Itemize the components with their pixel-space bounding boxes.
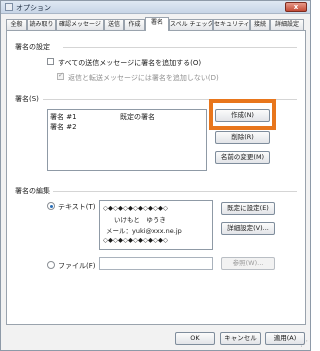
tab-general[interactable]: 全般 <box>6 19 27 30</box>
app-icon <box>5 3 13 11</box>
signature-line: ◇◆◇◆◇◆◇◆◇◆◇◆◇ <box>103 236 168 244</box>
signature-name: 署名 #2 <box>50 123 77 131</box>
new-signature-button[interactable]: 作成(N) <box>215 109 270 122</box>
signatures-panel: 署名の設定 すべての送信メッセージに署名を追加する(O) ✓ 返信と転送メッセー… <box>6 30 306 325</box>
signature-name: 署名 #1 <box>50 113 77 121</box>
browse-button[interactable]: 参照(W)... <box>221 257 275 270</box>
tab-compose[interactable]: 作成 <box>124 19 145 30</box>
ok-button[interactable]: OK <box>175 332 215 345</box>
no-reply-forward-checkbox[interactable]: ✓ <box>57 71 64 80</box>
signature-list[interactable]: 署名 #1 既定の署名 署名 #2 <box>47 109 207 171</box>
tab-receipts[interactable]: 確認メッセージ <box>56 19 104 30</box>
signature-text-editor[interactable]: ◇◆◇◆◇◆◇◆◇◆◇◆◇ いけもと ゆうき メール：yuki@xxx.ne.j… <box>99 200 213 250</box>
add-to-all-label: すべての送信メッセージに署名を追加する(O) <box>58 59 202 67</box>
close-icon: x <box>293 3 299 11</box>
tab-spelling[interactable]: スペル チェック <box>169 19 213 30</box>
rename-signature-button[interactable]: 名前の変更(M) <box>215 151 270 164</box>
list-item[interactable]: 署名 #2 <box>50 122 77 131</box>
text-option-label: テキスト(T) <box>58 203 96 211</box>
signature-line: いけもと ゆうき <box>114 216 166 224</box>
settings-group-title: 署名の設定 <box>15 43 50 51</box>
file-option-radio[interactable] <box>47 261 55 269</box>
advanced-settings-button[interactable]: 詳細設定(V)... <box>221 222 275 235</box>
text-option-radio[interactable] <box>47 202 55 210</box>
tab-security[interactable]: セキュリティ <box>213 19 250 30</box>
edit-divider <box>53 191 297 192</box>
close-button[interactable]: x <box>285 2 307 12</box>
check-icon: ✓ <box>58 71 64 79</box>
add-to-all-checkbox[interactable] <box>47 58 54 65</box>
radio-selected-icon <box>49 204 53 208</box>
resize-grip-icon[interactable]: ⋰ <box>300 340 308 348</box>
no-reply-forward-label: 返信と転送メッセージには署名を追加しない(D) <box>68 74 219 82</box>
settings-divider <box>63 47 297 48</box>
signatures-group-title: 署名(S) <box>15 95 39 103</box>
tab-signatures[interactable]: 署名 <box>145 17 169 31</box>
tab-connection[interactable]: 接続 <box>250 19 270 30</box>
edit-group-title: 署名の編集 <box>15 187 50 195</box>
cancel-button[interactable]: キャンセル <box>220 332 261 345</box>
options-dialog: オプション x 全般 読み取り 確認メッセージ 送信 作成 署名 スペル チェッ… <box>0 0 311 351</box>
tab-send[interactable]: 送信 <box>104 19 124 30</box>
file-option-label: ファイル(F) <box>58 262 96 270</box>
title-bar[interactable]: オプション x <box>1 1 310 14</box>
signature-default-note: 既定の署名 <box>120 113 155 121</box>
delete-signature-button[interactable]: 削除(R) <box>215 131 270 144</box>
set-default-button[interactable]: 既定に設定(E) <box>221 202 275 215</box>
window-title: オプション <box>16 4 51 12</box>
signature-line: ◇◆◇◆◇◆◇◆◇◆◇◆◇ <box>103 204 168 212</box>
signature-line: メール：yuki@xxx.ne.jp <box>106 227 182 235</box>
apply-button[interactable]: 適用(A) <box>265 332 305 345</box>
file-path-field[interactable] <box>99 257 213 270</box>
tab-read[interactable]: 読み取り <box>27 19 56 30</box>
tab-advanced[interactable]: 詳細設定 <box>270 19 304 30</box>
list-item[interactable]: 署名 #1 既定の署名 <box>50 112 155 121</box>
